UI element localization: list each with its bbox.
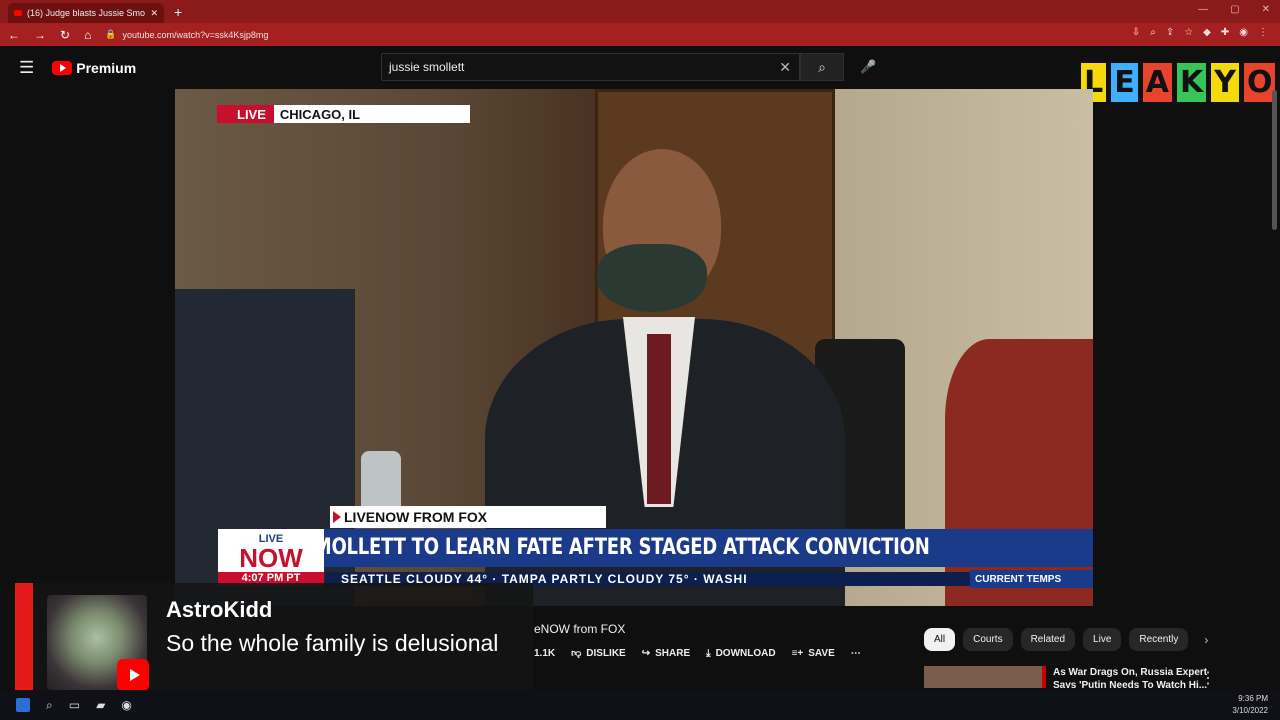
search-input[interactable]: jussie smollett ✕	[381, 53, 800, 81]
bookmark-star-icon[interactable]: ☆	[1184, 27, 1193, 38]
current-temps-label: CURRENT TEMPS	[970, 570, 1093, 588]
chip-recently[interactable]: Recently	[1129, 628, 1189, 651]
more-actions-icon[interactable]: ⋯	[851, 648, 861, 659]
browser-tab[interactable]: (16) Judge blasts Jussie Smollett ✕	[8, 3, 164, 23]
new-tab-icon[interactable]: +	[174, 4, 182, 20]
chip-live[interactable]: Live	[1083, 628, 1122, 651]
microphone-icon[interactable]: 🎤	[860, 59, 876, 75]
zoom-icon[interactable]: ⌕	[1150, 27, 1156, 38]
person-tie	[647, 334, 671, 504]
taskbar-search-icon[interactable]: ⌕	[46, 698, 53, 713]
minimize-icon[interactable]: —	[1198, 4, 1208, 15]
clock-time: 9:36 PM	[1238, 694, 1268, 703]
watermark-letter: A	[1140, 60, 1174, 104]
chip-courts[interactable]: Courts	[963, 628, 1013, 651]
leakyou-watermark: LEAKYOU	[1079, 46, 1280, 118]
url-text: youtube.com/watch?v=ssk4Ksjp8mg	[122, 29, 269, 40]
taskbar: ⌕ ▭ ▰ ◉	[0, 690, 1280, 720]
premium-label: Premium	[76, 59, 137, 76]
forward-icon[interactable]: →	[34, 28, 46, 42]
hamburger-menu-icon[interactable]: ☰	[19, 58, 34, 78]
close-window-icon[interactable]: ✕	[1262, 4, 1270, 15]
profile-avatar[interactable]: ◉	[1239, 27, 1248, 38]
chat-username: AstroKidd	[166, 597, 273, 622]
close-tab-icon[interactable]: ✕	[150, 8, 158, 19]
system-clock: 9:36 PM 3/10/2022	[1232, 693, 1268, 717]
taskbar-browser-icon[interactable]: ◉	[121, 698, 131, 712]
address-bar: ← → ↻ ⌂ 🔒 youtube.com/watch?v=ssk4Ksjp8mg	[0, 23, 1280, 46]
home-icon[interactable]: ⌂	[84, 28, 91, 42]
chevron-right-icon[interactable]: ›	[1204, 633, 1208, 647]
search-icon: ⌕	[818, 58, 826, 75]
badge-bottom: NOW	[239, 542, 303, 573]
like-button[interactable]: 1.1K	[534, 648, 555, 659]
download-label: DOWNLOAD	[715, 647, 776, 659]
url-field[interactable]: 🔒 youtube.com/watch?v=ssk4Ksjp8mg	[105, 29, 268, 40]
recommended-menu-icon[interactable]: ⋮	[1200, 668, 1216, 688]
person-mask	[597, 244, 707, 312]
download-button[interactable]: ⤓ DOWNLOAD	[706, 648, 775, 659]
playlist-add-icon: ≡+	[791, 647, 804, 659]
save-button[interactable]: ≡+ SAVE	[792, 648, 835, 659]
chip-all[interactable]: All	[924, 628, 956, 651]
headline-text: SMOLLETT TO LEARN FATE AFTER STAGED ATTA…	[301, 535, 930, 560]
taskbar-app-icon[interactable]: ▭	[69, 698, 80, 712]
overlay-accent-bar	[15, 583, 33, 703]
chip-related[interactable]: Related	[1020, 628, 1076, 651]
browser-menu-icon[interactable]: ⋮	[1258, 27, 1268, 38]
youtube-favicon-icon	[14, 10, 22, 16]
search-button[interactable]: ⌕	[800, 53, 844, 81]
live-label: LIVE	[217, 105, 274, 123]
back-icon[interactable]: ←	[8, 28, 20, 42]
live-location-bug: LIVE CHICAGO, IL	[217, 105, 471, 123]
recommended-title-line2: Says 'Putin Needs To Watch Hi...	[1053, 680, 1208, 688]
share-button[interactable]: ↪ SHARE	[642, 648, 690, 659]
youtube-logo[interactable]: Premium	[52, 60, 136, 76]
windows-start-icon[interactable]	[16, 698, 30, 712]
like-count: 1.1K	[534, 647, 556, 659]
puzzle-icon[interactable]: ✚	[1221, 27, 1229, 38]
thumbs-down-icon: 👎︎	[571, 648, 582, 659]
share-icon: ↪	[641, 647, 651, 659]
taskbar-folder-icon[interactable]: ▰	[96, 698, 105, 712]
source-bug: LIVENOW FROM FOX	[330, 506, 606, 528]
youtube-play-icon	[52, 60, 73, 75]
recommended-title: As War Drags On, Russia Expert Says 'Put…	[1053, 666, 1207, 688]
filter-chips: All Courts Related Live Recently ›	[924, 628, 1208, 651]
watermark-letter: E	[1109, 60, 1140, 104]
page-scrollbar[interactable]	[1272, 90, 1277, 230]
lock-icon: 🔒	[105, 29, 117, 39]
maximize-icon[interactable]: ▢	[1230, 4, 1239, 15]
location-label: CHICAGO, IL	[273, 105, 471, 123]
video-actions: 1.1K 👎︎ DISLIKE ↪ SHARE ⤓ DOWNLOAD ≡+ SAVE ⋯	[534, 647, 861, 660]
video-title: eNOW from FOX	[534, 622, 626, 636]
youtube-badge-icon	[117, 659, 149, 691]
recommended-title-line1: As War Drags On, Russia Expert	[1053, 667, 1208, 678]
search-query: jussie smollett	[389, 60, 465, 74]
tab-title: (16) Judge blasts Jussie Smollett	[27, 8, 146, 18]
recommended-video[interactable]: As War Drags On, Russia Expert Says 'Put…	[924, 666, 1224, 688]
video-player[interactable]: LIVE CHICAGO, IL LIVENOW FROM FOX SMOLLE…	[175, 89, 1093, 606]
clock-date: 3/10/2022	[1232, 706, 1268, 715]
watermark-letter: K	[1174, 60, 1209, 104]
clear-search-icon[interactable]: ✕	[779, 59, 791, 76]
extension-icon[interactable]: ◆	[1203, 27, 1211, 38]
share-page-icon[interactable]: ⇪	[1166, 27, 1174, 38]
dislike-button[interactable]: 👎︎ DISLIKE	[571, 647, 626, 660]
browser-tab-bar: (16) Judge blasts Jussie Smollett ✕ + — …	[0, 0, 1280, 23]
download-icon: ⤓	[706, 647, 711, 659]
chat-message: So the whole family is delusional	[166, 630, 499, 656]
dislike-label: DISLIKE	[586, 647, 626, 659]
recommended-thumbnail	[924, 666, 1046, 688]
livenow-badge: LIVE NOW	[218, 529, 324, 575]
share-label: SHARE	[655, 647, 691, 659]
reload-icon[interactable]: ↻	[60, 28, 70, 42]
watermark-letter: Y	[1209, 60, 1241, 104]
save-label: SAVE	[808, 647, 835, 659]
install-icon[interactable]: ⇩	[1132, 27, 1140, 38]
extensions-toolbar: ⇩ ⌕ ⇪ ☆ ◆ ✚ ◉ ⋮	[1132, 27, 1268, 38]
window-controls: — ▢ ✕	[1198, 4, 1270, 15]
